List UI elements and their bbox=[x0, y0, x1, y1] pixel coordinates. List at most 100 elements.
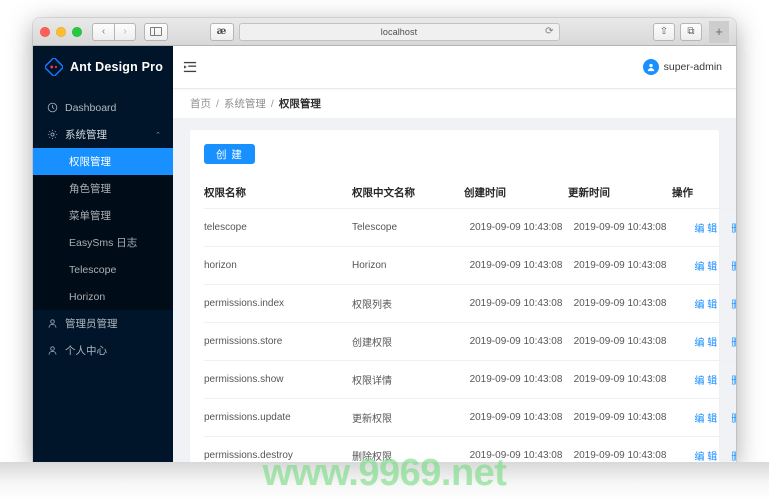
page-viewport: Ant Design Pro Dashboard 系统管理 ⌃ 权限管理 角色管… bbox=[33, 46, 736, 463]
cell-created-at: 2019-09-09 10:43:08 bbox=[464, 208, 568, 247]
ant-design-logo-icon bbox=[44, 57, 64, 77]
user-menu[interactable]: super-admin bbox=[642, 59, 724, 75]
delete-link[interactable]: 删 除 bbox=[731, 262, 736, 273]
cell-permission-cname: 创建权限 bbox=[352, 322, 464, 361]
avatar bbox=[642, 59, 659, 75]
browser-window: ‹ › æ localhost ⟳ ⇧ ⧉ + Ant Design Pro D… bbox=[33, 18, 736, 463]
sidebar-item-role-management[interactable]: 角色管理 bbox=[33, 175, 173, 202]
reader-mode-icon[interactable]: æ bbox=[209, 22, 234, 41]
chevron-up-icon: ⌃ bbox=[155, 131, 161, 139]
cell-permission-cname: 权限详情 bbox=[352, 360, 464, 399]
cell-permission-cname: Horizon bbox=[352, 246, 464, 285]
cell-permission-name: telescope bbox=[204, 208, 352, 247]
sidebar-item-admin-management[interactable]: 管理员管理 bbox=[33, 310, 173, 337]
new-tab-button[interactable]: + bbox=[709, 20, 729, 43]
cell-created-at: 2019-09-09 10:43:08 bbox=[464, 284, 568, 323]
user-icon bbox=[47, 318, 58, 329]
cell-actions: 编 辑删 除 bbox=[672, 360, 736, 399]
cell-updated-at: 2019-09-09 10:43:08 bbox=[568, 360, 672, 399]
tab-overview-icon[interactable]: ⧉ bbox=[680, 22, 702, 41]
table-row: telescope Telescope 2019-09-09 10:43:08 201… bbox=[204, 208, 736, 247]
table-row: horizon Horizon 2019-09-09 10:43:08 2019-09… bbox=[204, 246, 736, 285]
edit-link[interactable]: 编 辑 bbox=[694, 300, 717, 311]
delete-link[interactable]: 删 除 bbox=[731, 224, 736, 235]
page-bottom-gradient bbox=[0, 462, 769, 500]
navigation-buttons: ‹ › bbox=[92, 22, 136, 41]
cell-actions: 编 辑删 除 bbox=[672, 322, 736, 361]
cell-actions: 编 辑删 除 bbox=[672, 436, 736, 463]
delete-link[interactable]: 删 除 bbox=[731, 414, 736, 425]
cell-updated-at: 2019-09-09 10:43:08 bbox=[568, 208, 672, 247]
app-logo-text: Ant Design Pro bbox=[70, 60, 164, 74]
window-controls bbox=[40, 26, 82, 37]
address-bar[interactable]: localhost ⟳ bbox=[238, 22, 560, 41]
minimize-window-button[interactable] bbox=[56, 26, 66, 37]
edit-link[interactable]: 编 辑 bbox=[694, 224, 717, 235]
cell-updated-at: 2019-09-09 10:43:08 bbox=[568, 284, 672, 323]
reload-icon[interactable]: ⟳ bbox=[545, 26, 553, 37]
sidebar-toggle-button[interactable] bbox=[144, 22, 168, 41]
dashboard-icon bbox=[47, 102, 58, 113]
cell-permission-name: permissions.store bbox=[204, 322, 352, 361]
table-row: permissions.index 权限列表 2019-09-09 10:43:08… bbox=[204, 284, 736, 323]
sidebar-subitem-label: 权限管理 bbox=[69, 156, 111, 168]
forward-button[interactable]: › bbox=[114, 22, 136, 41]
permissions-table: 权限名称 权限中文名称 创建时间 更新时间 操作 telescope Telesc… bbox=[204, 177, 736, 463]
sidebar-menu: Dashboard 系统管理 ⌃ 权限管理 角色管理 菜单管理 EasySms … bbox=[33, 88, 173, 463]
edit-link[interactable]: 编 辑 bbox=[694, 338, 717, 349]
cell-permission-name: permissions.update bbox=[204, 398, 352, 437]
app-header: super-admin bbox=[173, 46, 736, 88]
username-label: super-admin bbox=[663, 61, 722, 73]
edit-link[interactable]: 编 辑 bbox=[694, 376, 717, 387]
delete-link[interactable]: 删 除 bbox=[731, 300, 736, 311]
breadcrumb-item-home[interactable]: 首页 bbox=[190, 96, 211, 111]
breadcrumb-separator: / bbox=[216, 97, 219, 110]
sidebar-item-label: Dashboard bbox=[65, 101, 117, 114]
share-icon[interactable]: ⇧ bbox=[653, 22, 675, 41]
cell-permission-name: permissions.show bbox=[204, 360, 352, 399]
sidebar-item-label: 个人中心 bbox=[65, 345, 107, 357]
cell-created-at: 2019-09-09 10:43:08 bbox=[464, 322, 568, 361]
back-button[interactable]: ‹ bbox=[92, 22, 114, 41]
cell-permission-cname: 权限列表 bbox=[352, 284, 464, 323]
main-content: super-admin 首页 / 系统管理 / 权限管理 创 建 权限名称 权限… bbox=[173, 46, 736, 463]
close-window-button[interactable] bbox=[40, 26, 50, 37]
edit-link[interactable]: 编 辑 bbox=[694, 262, 717, 273]
table-header: 权限名称 权限中文名称 创建时间 更新时间 操作 bbox=[204, 177, 736, 209]
sidebar-subitem-label: Telescope bbox=[69, 263, 117, 276]
sidebar-item-horizon[interactable]: Horizon bbox=[33, 283, 173, 310]
breadcrumb-separator: / bbox=[270, 97, 274, 110]
sidebar-item-system-management[interactable]: 系统管理 ⌃ bbox=[33, 121, 173, 148]
delete-link[interactable]: 删 除 bbox=[731, 376, 736, 387]
sidebar-item-personal-center[interactable]: 个人中心 bbox=[33, 337, 173, 364]
sidebar-item-menu-management[interactable]: 菜单管理 bbox=[33, 202, 173, 229]
app-logo[interactable]: Ant Design Pro bbox=[33, 46, 173, 88]
sidebar-item-permission-management[interactable]: 权限管理 bbox=[33, 148, 173, 175]
column-header-action: 操作 bbox=[672, 177, 736, 209]
breadcrumb-item-system[interactable]: 系统管理 bbox=[224, 96, 266, 111]
gear-icon bbox=[47, 129, 58, 140]
create-button[interactable]: 创 建 bbox=[204, 144, 255, 164]
table-header-row: 权限名称 权限中文名称 创建时间 更新时间 操作 bbox=[204, 177, 736, 209]
sidebar-icon bbox=[150, 27, 162, 36]
sidebar-item-dashboard[interactable]: Dashboard bbox=[33, 94, 173, 121]
cell-permission-name: permissions.destroy bbox=[204, 436, 352, 463]
user-icon bbox=[47, 345, 58, 356]
sidebar-item-easysms-log[interactable]: EasySms 日志 bbox=[33, 229, 173, 256]
table-row: permissions.update 更新权限 2019-09-09 10:43:0… bbox=[204, 398, 736, 437]
delete-link[interactable]: 删 除 bbox=[731, 338, 736, 349]
address-bar-url: localhost bbox=[380, 26, 418, 37]
cell-updated-at: 2019-09-09 10:43:08 bbox=[568, 322, 672, 361]
cell-updated-at: 2019-09-09 10:43:08 bbox=[568, 246, 672, 285]
column-header-updated: 更新时间 bbox=[568, 177, 672, 209]
sidebar-submenu-system: 权限管理 角色管理 菜单管理 EasySms 日志 Telescope Hori… bbox=[33, 148, 173, 310]
column-header-cname: 权限中文名称 bbox=[352, 177, 464, 209]
edit-link[interactable]: 编 辑 bbox=[694, 414, 717, 425]
table-row: permissions.destroy 删除权限 2019-09-09 10:43:… bbox=[204, 436, 736, 463]
cell-actions: 编 辑删 除 bbox=[672, 246, 736, 285]
cell-permission-cname: Telescope bbox=[352, 208, 464, 247]
breadcrumb: 首页 / 系统管理 / 权限管理 bbox=[173, 88, 736, 118]
menu-fold-icon[interactable] bbox=[182, 60, 197, 75]
sidebar-item-telescope[interactable]: Telescope bbox=[33, 256, 173, 283]
maximize-window-button[interactable] bbox=[72, 26, 82, 37]
